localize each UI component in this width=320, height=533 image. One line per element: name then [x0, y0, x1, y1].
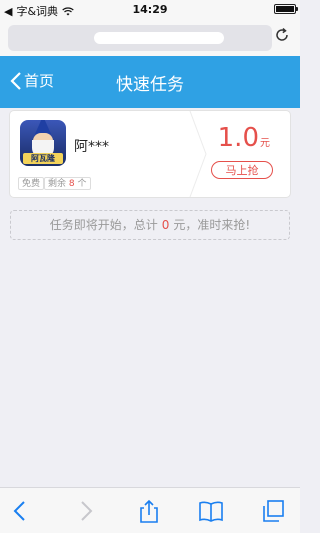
app-name: 阿***	[74, 139, 109, 155]
browser-toolbar	[0, 487, 300, 533]
browser-url-bar	[0, 20, 300, 56]
app-nav-bar: 首页 快速任务	[0, 56, 300, 108]
status-right	[274, 4, 298, 14]
address-field[interactable]	[8, 25, 272, 51]
task-card[interactable]: 阿瓦隆 阿*** 免费 剩余 8 个 1.0元 马上抢	[10, 111, 290, 197]
card-divider	[189, 111, 207, 197]
remaining-suffix: 个	[77, 179, 87, 189]
remaining-badge: 剩余 8 个	[44, 177, 91, 190]
remaining-count: 8	[68, 179, 75, 189]
status-time: 14:29	[132, 3, 168, 16]
notice-suffix: 元，准时来抢!	[173, 218, 251, 232]
reward-price: 1.0元	[218, 123, 270, 153]
price-value: 1.0	[217, 123, 259, 153]
app-icon-plate: 阿瓦隆	[23, 153, 63, 164]
share-button[interactable]	[136, 498, 162, 524]
status-bar: ◀ 字&词典 14:29	[0, 0, 300, 20]
notice-prefix: 任务即将开始，总计	[49, 218, 158, 232]
tabs-button[interactable]	[260, 498, 286, 524]
battery-icon	[274, 4, 298, 14]
reload-icon[interactable]	[274, 27, 290, 43]
notice-amount: 0	[161, 218, 170, 232]
page-title: 快速任务	[116, 75, 184, 95]
bookmarks-button[interactable]	[198, 498, 224, 524]
grab-button[interactable]: 马上抢	[211, 161, 273, 179]
share-icon	[140, 499, 158, 523]
remaining-prefix: 剩余	[48, 179, 67, 189]
price-unit: 元	[260, 138, 270, 149]
free-badge: 免费	[18, 177, 45, 190]
chevron-right-icon	[81, 501, 93, 521]
book-icon	[199, 501, 223, 522]
browser-back-button[interactable]	[8, 498, 34, 524]
chevron-left-icon	[13, 501, 25, 521]
browser-forward-button[interactable]	[72, 498, 98, 524]
tabs-icon	[263, 500, 284, 522]
url-text	[94, 32, 224, 44]
app-icon: 阿瓦隆	[20, 120, 66, 166]
task-notice: 任务即将开始，总计 0 元，准时来抢!	[10, 210, 290, 240]
